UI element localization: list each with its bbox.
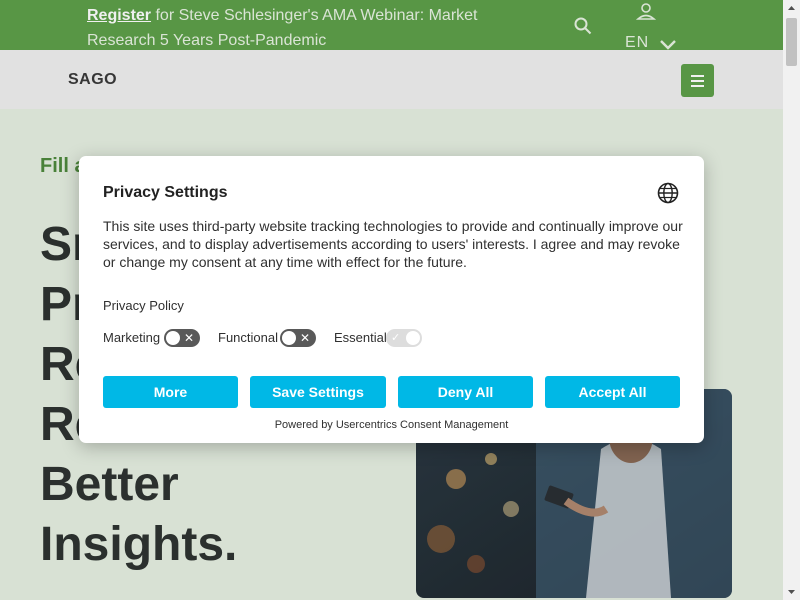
- functional-toggle[interactable]: ✕: [280, 329, 316, 347]
- scroll-up-arrow-icon[interactable]: [783, 0, 800, 17]
- check-icon: ✓: [391, 332, 401, 344]
- marketing-toggle[interactable]: ✕: [164, 329, 200, 347]
- privacy-policy-link[interactable]: Privacy Policy: [103, 298, 184, 313]
- scroll-down-arrow-icon[interactable]: [783, 583, 800, 600]
- dialog-description: This site uses third-party website track…: [103, 218, 683, 270]
- powered-by-text[interactable]: Powered by Usercentrics Consent Manageme…: [79, 419, 704, 431]
- accept-all-button[interactable]: Accept All: [545, 376, 680, 408]
- dialog-title: Privacy Settings: [103, 184, 228, 201]
- save-settings-button[interactable]: Save Settings: [250, 376, 386, 408]
- globe-language-icon[interactable]: [657, 182, 679, 209]
- more-button[interactable]: More: [103, 376, 238, 408]
- toggle-knob: [282, 331, 296, 345]
- scrollbar[interactable]: [783, 0, 800, 600]
- close-icon: ✕: [299, 331, 310, 345]
- deny-all-button[interactable]: Deny All: [398, 376, 533, 408]
- privacy-settings-dialog: Privacy Settings This site uses third-pa…: [79, 156, 704, 443]
- consent-toggles: Marketing ✕ Functional ✕ Essential ✓: [103, 328, 503, 348]
- functional-label: Functional: [218, 330, 278, 345]
- marketing-label: Marketing: [103, 330, 161, 345]
- toggle-knob: [166, 331, 180, 345]
- essential-label: Essential: [334, 330, 387, 345]
- essential-toggle: ✓: [386, 329, 422, 347]
- toggle-knob: [406, 331, 420, 345]
- close-icon: ✕: [183, 331, 194, 345]
- scrollbar-thumb[interactable]: [786, 18, 797, 66]
